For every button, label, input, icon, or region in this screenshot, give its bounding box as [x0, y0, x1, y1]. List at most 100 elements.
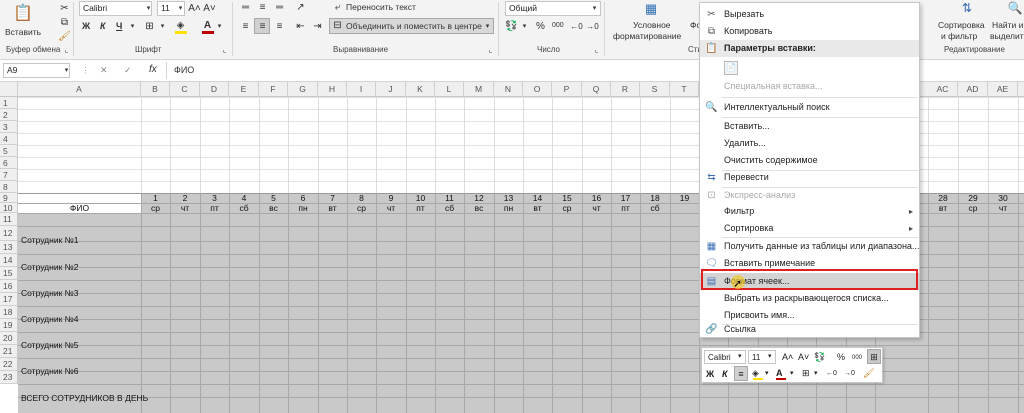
- row-header[interactable]: 3: [0, 121, 18, 133]
- row-header[interactable]: 20: [0, 332, 18, 345]
- column-header[interactable]: AD: [958, 82, 988, 97]
- row-header[interactable]: 11: [0, 213, 18, 226]
- weekday-cell[interactable]: [670, 203, 699, 213]
- row-header[interactable]: 23: [0, 371, 18, 384]
- employee-name-cell[interactable]: Сотрудник №3: [18, 280, 141, 306]
- paste-button[interactable]: Вставить: [5, 27, 41, 37]
- day-number-cell[interactable]: 12: [464, 193, 494, 203]
- weekday-cell[interactable]: ср: [347, 203, 376, 213]
- enter-formula-button[interactable]: ✓: [124, 65, 132, 76]
- weekday-cell[interactable]: ср: [141, 203, 170, 213]
- weekday-cell[interactable]: чт: [988, 203, 1018, 213]
- paste-icon[interactable]: 📋: [12, 3, 34, 25]
- weekday-cell[interactable]: вт: [318, 203, 347, 213]
- menu-item-filter[interactable]: Фильтр ▸: [700, 203, 919, 220]
- employee-name-cell[interactable]: Сотрудник №6: [18, 358, 141, 384]
- day-number-cell[interactable]: 30: [988, 193, 1018, 203]
- employee-name-cell[interactable]: Сотрудник №1: [18, 226, 141, 254]
- mini-format-painter-icon[interactable]: ⊞: [867, 349, 881, 364]
- column-header[interactable]: D: [200, 82, 229, 97]
- day-number-cell[interactable]: 6: [288, 193, 318, 203]
- row-header[interactable]: 7: [0, 169, 18, 181]
- column-header[interactable]: G: [288, 82, 318, 97]
- row-header[interactable]: 18: [0, 306, 18, 319]
- mini-fill-dropdown-icon[interactable]: ▾: [765, 367, 769, 381]
- font-name-dropdown-icon[interactable]: ▾: [142, 2, 155, 15]
- bold-button[interactable]: Ж: [82, 21, 90, 31]
- merge-dropdown-icon[interactable]: ▾: [481, 20, 494, 33]
- row-header[interactable]: 14: [0, 254, 18, 267]
- mini-font-size-dropdown-icon[interactable]: ▾: [768, 350, 772, 364]
- paste-option-icon[interactable]: 📄: [724, 61, 738, 75]
- borders-dropdown-icon[interactable]: ▾: [156, 20, 169, 33]
- menu-item-delete[interactable]: Удалить...: [700, 135, 919, 152]
- day-number-cell[interactable]: 13: [494, 193, 523, 203]
- menu-item-insert[interactable]: Вставить...: [700, 118, 919, 135]
- weekday-cell[interactable]: пн: [494, 203, 523, 213]
- italic-button[interactable]: К: [100, 21, 106, 31]
- column-header[interactable]: S: [640, 82, 670, 97]
- row-header[interactable]: 15: [0, 267, 18, 280]
- row-header[interactable]: 4: [0, 133, 18, 145]
- weekday-cell[interactable]: вс: [259, 203, 288, 213]
- row-header[interactable]: 2: [0, 109, 18, 121]
- day-number-cell[interactable]: 11: [435, 193, 464, 203]
- employee-name-cell[interactable]: Сотрудник №2: [18, 254, 141, 280]
- mini-font-name-dropdown-icon[interactable]: ▾: [738, 350, 742, 364]
- row-header[interactable]: 21: [0, 345, 18, 358]
- row-header[interactable]: 6: [0, 157, 18, 169]
- conditional-format-icon[interactable]: ▦: [642, 2, 660, 18]
- menu-item-cut[interactable]: ✂ Вырезать: [700, 6, 919, 23]
- increase-indent-icon[interactable]: ⇥: [311, 20, 324, 33]
- insert-function-button[interactable]: fx: [149, 64, 157, 75]
- day-number-cell[interactable]: 28: [928, 193, 958, 203]
- dialog-launcher-icon[interactable]: ⌞: [60, 44, 73, 57]
- mini-borders-dropdown-icon[interactable]: ▾: [814, 367, 818, 381]
- column-header[interactable]: A: [18, 82, 141, 97]
- grow-font-icon[interactable]: A˄: [188, 2, 201, 15]
- number-format-dropdown-icon[interactable]: ▾: [588, 2, 601, 15]
- font-color-dropdown-icon[interactable]: ▾: [213, 20, 226, 33]
- menu-item-copy[interactable]: ⧉ Копировать: [700, 23, 919, 40]
- day-number-cell[interactable]: 15: [552, 193, 582, 203]
- row-header[interactable]: 5: [0, 145, 18, 157]
- row-header[interactable]: 13: [0, 241, 18, 254]
- conditional-format-line2[interactable]: форматирование: [613, 31, 681, 41]
- mini-bold-button[interactable]: Ж: [706, 367, 714, 381]
- weekday-cell[interactable]: сб: [640, 203, 670, 213]
- mini-grow-font-icon[interactable]: A˄: [782, 350, 793, 364]
- menu-item-translate[interactable]: ⇆ Перевести: [700, 169, 919, 186]
- column-header[interactable]: B: [141, 82, 170, 97]
- sort-filter-line1[interactable]: Сортировка: [938, 20, 985, 30]
- find-line1[interactable]: Найти и: [992, 20, 1023, 30]
- column-header[interactable]: J: [376, 82, 406, 97]
- underline-dropdown-icon[interactable]: ▾: [126, 20, 139, 33]
- mini-currency-icon[interactable]: 💱: [814, 350, 825, 364]
- day-number-cell[interactable]: 5: [259, 193, 288, 203]
- column-header[interactable]: H: [318, 82, 347, 97]
- fio-header-cell[interactable]: ФИО: [18, 201, 141, 215]
- weekday-cell[interactable]: пт: [406, 203, 435, 213]
- find-line2[interactable]: выделить: [990, 31, 1024, 41]
- weekday-cell[interactable]: сб: [435, 203, 464, 213]
- shrink-font-icon[interactable]: A˅: [203, 2, 216, 15]
- menu-item-clear-contents[interactable]: Очистить содержимое: [700, 152, 919, 169]
- day-number-cell[interactable]: 16: [582, 193, 611, 203]
- cut-icon[interactable]: ✂: [58, 2, 71, 15]
- decrease-indent-icon[interactable]: ⇤: [294, 20, 307, 33]
- wrap-text-button[interactable]: Переносить текст: [346, 2, 416, 12]
- employee-name-cell[interactable]: Сотрудник №4: [18, 306, 141, 332]
- day-number-cell[interactable]: 14: [523, 193, 552, 203]
- mini-percent-button[interactable]: %: [837, 350, 845, 364]
- day-number-cell[interactable]: 1: [141, 193, 170, 203]
- find-select-icon[interactable]: 🔍: [1006, 2, 1024, 18]
- day-number-cell[interactable]: 2: [170, 193, 200, 203]
- currency-dropdown-icon[interactable]: ▾: [518, 20, 531, 33]
- conditional-format-line1[interactable]: Условное: [633, 20, 671, 30]
- mini-format-painter-brush-icon[interactable]: 🖌: [863, 366, 874, 380]
- mini-font-color-dropdown-icon[interactable]: ▾: [790, 367, 794, 381]
- copy-icon[interactable]: ⧉: [58, 16, 71, 29]
- orientation-icon[interactable]: ↗: [294, 1, 307, 14]
- increase-decimal-icon[interactable]: ←0: [570, 20, 583, 33]
- align-top-icon[interactable]: ═: [239, 1, 252, 14]
